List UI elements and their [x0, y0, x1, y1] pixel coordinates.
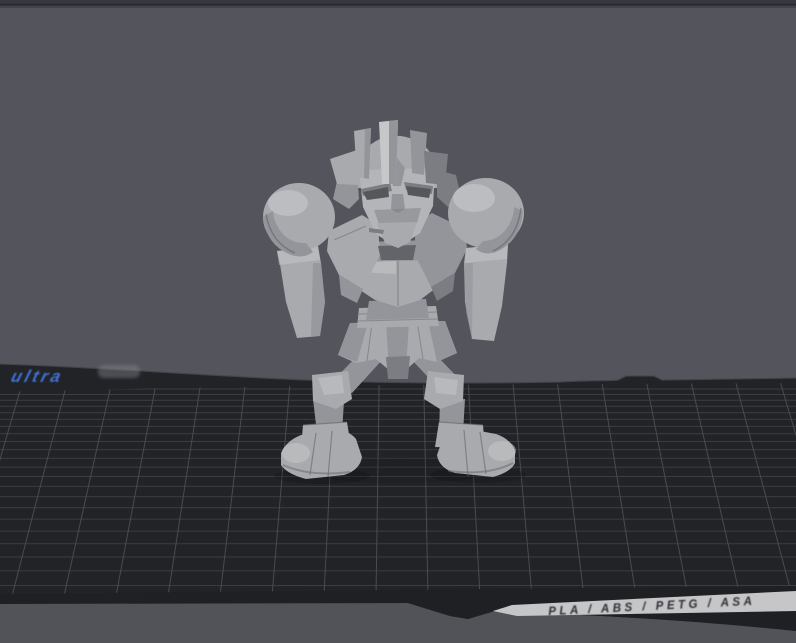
- plate-logo-mark: [98, 365, 140, 378]
- model-mouth: [374, 208, 421, 224]
- plate-logo: ultra: [9, 366, 66, 386]
- scene-canvas[interactable]: PLA / ABS / PETG / ASA ultra: [0, 0, 796, 643]
- slicer-3d-viewport[interactable]: PLA / ABS / PETG / ASA ultra: [0, 0, 796, 643]
- top-bar: [0, 0, 796, 8]
- build-plate: PLA / ABS / PETG / ASA ultra: [0, 363, 796, 631]
